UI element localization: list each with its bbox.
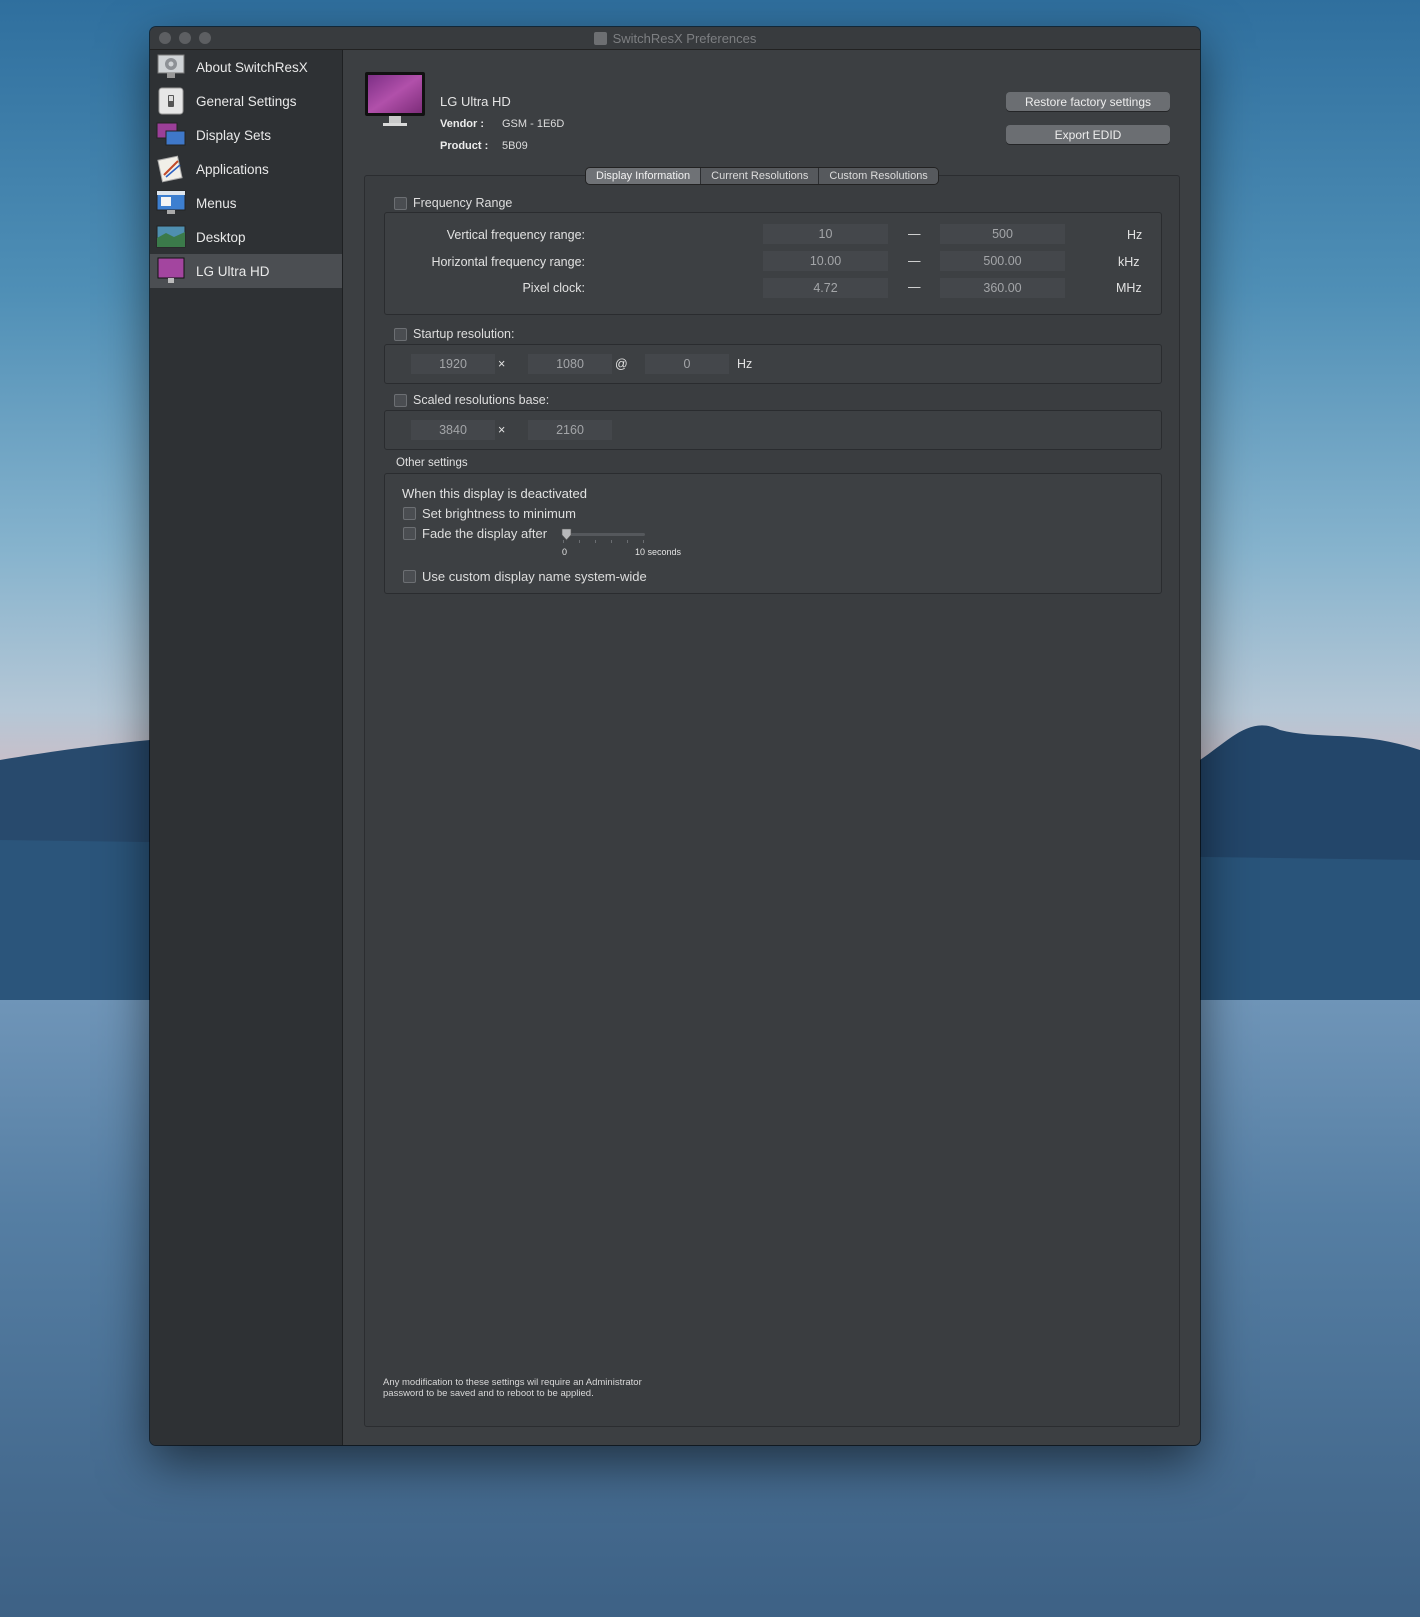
horizontal-frequency-unit: kHz bbox=[1118, 255, 1140, 269]
vertical-frequency-label: Vertical frequency range: bbox=[446, 228, 585, 242]
custom-name-label: Use custom display name system-wide bbox=[422, 569, 647, 584]
switch-icon bbox=[156, 87, 186, 115]
applications-icon bbox=[156, 155, 186, 183]
footnote-line-2: password to be saved and to reboot to be… bbox=[383, 1388, 594, 1399]
deactivated-heading: When this display is deactivated bbox=[402, 486, 587, 501]
other-settings-box: When this display is deactivated Set bri… bbox=[384, 473, 1162, 594]
product-value: 5B09 bbox=[502, 140, 528, 152]
sidebar: About SwitchResX General Settings Displa… bbox=[150, 50, 343, 1445]
sidebar-item-desktop[interactable]: Desktop bbox=[150, 220, 342, 254]
range-dash: — bbox=[908, 254, 921, 268]
vendor-value: GSM - 1E6D bbox=[502, 118, 565, 130]
horizontal-frequency-min-field[interactable]: 10.00 bbox=[763, 251, 888, 271]
pixel-clock-min-field[interactable]: 4.72 bbox=[763, 278, 888, 298]
startup-resolution-box: 1920 × 1080 @ 0 Hz bbox=[384, 344, 1162, 384]
sidebar-item-lg-ultra-hd[interactable]: LG Ultra HD bbox=[150, 254, 342, 288]
window-controls bbox=[159, 32, 211, 44]
horizontal-frequency-max-field[interactable]: 500.00 bbox=[940, 251, 1065, 271]
tab-display-information[interactable]: Display Information bbox=[586, 168, 702, 184]
sidebar-item-general-settings[interactable]: General Settings bbox=[150, 84, 342, 118]
vertical-frequency-max-field[interactable]: 500 bbox=[940, 224, 1065, 244]
brightness-label: Set brightness to minimum bbox=[422, 506, 576, 521]
sidebar-item-label: About SwitchResX bbox=[196, 59, 308, 75]
display-information-panel: Frequency Range Vertical frequency range… bbox=[364, 175, 1180, 1427]
brightness-checkbox[interactable] bbox=[403, 507, 416, 520]
export-edid-button[interactable]: Export EDID bbox=[1006, 125, 1170, 144]
product-label: Product : bbox=[440, 140, 489, 152]
vendor-label: Vendor : bbox=[440, 118, 485, 130]
startup-height-field[interactable]: 1080 bbox=[528, 354, 612, 374]
frequency-range-label: Frequency Range bbox=[413, 196, 513, 210]
close-button[interactable] bbox=[159, 32, 171, 44]
at-sign: @ bbox=[615, 357, 628, 371]
footnote-line-1: Any modification to these settings wil r… bbox=[383, 1377, 642, 1388]
sidebar-item-label: Menus bbox=[196, 195, 237, 211]
sidebar-item-label: LG Ultra HD bbox=[196, 263, 270, 279]
scaled-height-field[interactable]: 2160 bbox=[528, 420, 612, 440]
times-sign: × bbox=[498, 357, 506, 371]
brightness-row[interactable]: Set brightness to minimum bbox=[403, 506, 576, 521]
sidebar-item-display-sets[interactable]: Display Sets bbox=[150, 118, 342, 152]
sidebar-item-about[interactable]: About SwitchResX bbox=[150, 50, 342, 84]
pixel-clock-max-field[interactable]: 360.00 bbox=[940, 278, 1065, 298]
startup-resolution-label: Startup resolution: bbox=[413, 327, 515, 341]
custom-name-checkbox[interactable] bbox=[403, 570, 416, 583]
sidebar-item-label: Display Sets bbox=[196, 127, 272, 143]
horizontal-frequency-label: Horizontal frequency range: bbox=[431, 255, 585, 269]
display-name: LG Ultra HD bbox=[440, 94, 511, 109]
fade-label: Fade the display after bbox=[422, 526, 548, 541]
fade-duration-slider[interactable] bbox=[561, 526, 651, 548]
vertical-frequency-min-field[interactable]: 10 bbox=[763, 224, 888, 244]
zoom-button[interactable] bbox=[199, 32, 211, 44]
sidebar-item-label: Applications bbox=[196, 161, 269, 177]
startup-refresh-field[interactable]: 0 bbox=[645, 354, 729, 374]
desktop-icon bbox=[156, 223, 186, 251]
sidebar-item-label: General Settings bbox=[196, 93, 297, 109]
title-bar[interactable]: SwitchResX Preferences bbox=[150, 27, 1200, 50]
slider-min-label: 0 bbox=[562, 547, 568, 557]
monitor-icon bbox=[365, 72, 425, 126]
admin-footnote: Any modification to these settings wil r… bbox=[383, 1377, 703, 1399]
window-title: SwitchResX Preferences bbox=[612, 30, 757, 46]
range-dash: — bbox=[908, 227, 921, 241]
main-content: LG Ultra HD Vendor : GSM - 1E6D Product … bbox=[343, 50, 1200, 1445]
pixel-clock-unit: MHz bbox=[1116, 281, 1142, 295]
sidebar-item-label: Desktop bbox=[196, 229, 246, 245]
pixel-clock-label: Pixel clock: bbox=[522, 281, 585, 295]
scaled-resolutions-checkbox[interactable] bbox=[394, 393, 407, 407]
sidebar-item-applications[interactable]: Applications bbox=[150, 152, 342, 186]
scaled-resolutions-label: Scaled resolutions base: bbox=[413, 393, 550, 407]
menus-icon bbox=[156, 189, 186, 217]
app-icon bbox=[593, 31, 607, 45]
slider-thumb bbox=[561, 528, 572, 541]
gear-display-icon bbox=[156, 53, 186, 81]
display-sets-icon bbox=[156, 121, 186, 149]
tab-current-resolutions[interactable]: Current Resolutions bbox=[701, 168, 820, 184]
frequency-range-row[interactable]: Frequency Range bbox=[394, 196, 512, 210]
restore-factory-settings-button[interactable]: Restore factory settings bbox=[1006, 92, 1170, 111]
slider-max-label: 10 seconds bbox=[635, 547, 682, 557]
vertical-frequency-unit: Hz bbox=[1127, 228, 1143, 242]
scaled-width-field[interactable]: 3840 bbox=[411, 420, 495, 440]
scaled-resolutions-box: 3840 × 2160 bbox=[384, 410, 1162, 450]
preferences-window: SwitchResX Preferences About SwitchResX … bbox=[150, 27, 1200, 1445]
frequency-range-checkbox[interactable] bbox=[394, 196, 407, 210]
minimize-button[interactable] bbox=[179, 32, 191, 44]
scaled-resolutions-row[interactable]: Scaled resolutions base: bbox=[394, 393, 549, 407]
other-settings-title: Other settings bbox=[396, 457, 468, 469]
startup-resolution-row[interactable]: Startup resolution: bbox=[394, 327, 514, 341]
custom-name-row[interactable]: Use custom display name system-wide bbox=[403, 569, 647, 584]
startup-width-field[interactable]: 1920 bbox=[411, 354, 495, 374]
times-sign: × bbox=[498, 423, 506, 437]
sidebar-item-menus[interactable]: Menus bbox=[150, 186, 342, 220]
tab-bar: Display Information Current Resolutions … bbox=[586, 168, 938, 184]
monitor-icon bbox=[156, 257, 186, 285]
tab-custom-resolutions[interactable]: Custom Resolutions bbox=[819, 168, 938, 184]
frequency-range-box: Vertical frequency range: 10 — 500 Hz Ho… bbox=[384, 212, 1162, 315]
startup-refresh-unit: Hz bbox=[737, 357, 753, 371]
startup-resolution-checkbox[interactable] bbox=[394, 327, 407, 341]
range-dash: — bbox=[908, 280, 921, 294]
fade-checkbox[interactable] bbox=[403, 527, 416, 540]
fade-row[interactable]: Fade the display after bbox=[403, 526, 547, 541]
